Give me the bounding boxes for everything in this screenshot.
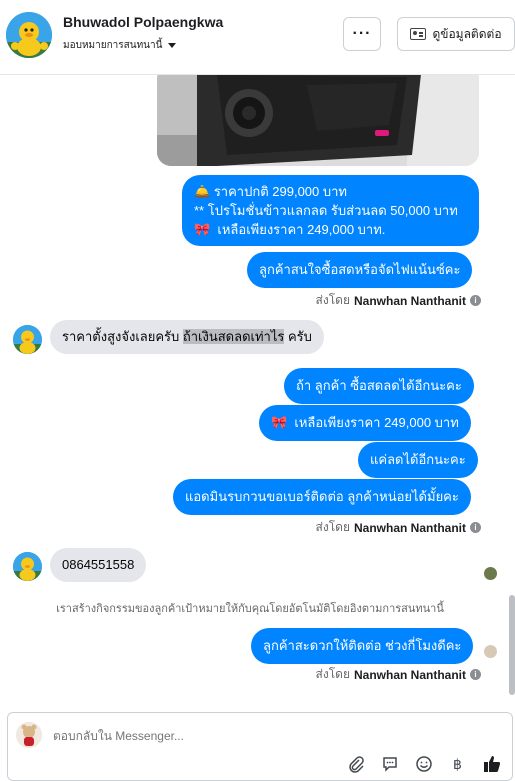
thumbs-up-icon[interactable] — [482, 754, 502, 774]
outgoing-message-more-discount[interactable]: แค่ลดได้อีกนะคะ — [358, 442, 478, 478]
duck-avatar-icon — [13, 552, 42, 581]
incoming-message-phone-number[interactable]: 0864551558 — [50, 548, 147, 582]
sent-by-prefix: ส่งโดย — [315, 520, 350, 534]
message-text: เหลือเพียงราคา 249,000 บาท — [294, 415, 459, 430]
sent-by-prefix: ส่งโดย — [315, 293, 350, 307]
highlighted-text: ถ้าเงินสดลดเท่าไร — [182, 329, 285, 344]
message-text: ราคาตั้งสูงจังเลยครับ — [62, 329, 183, 344]
outgoing-message-final-price[interactable]: 🎀 เหลือเพียงราคา 249,000 บาท — [259, 405, 471, 441]
message-thread[interactable]: 🛎️ ราคาปกติ 299,000 บาท ** โปรโมชั่นข้าว… — [0, 75, 515, 705]
bell-icon: 🛎️ — [194, 184, 211, 199]
attachment-icon[interactable] — [346, 754, 366, 774]
sent-by-label: ส่งโดย Nanwhan Nanthanit i — [316, 518, 481, 537]
outgoing-message-ask-phone[interactable]: แอดมินรบกวนขอเบอร์ติดต่อ ลูกค้าหน่อยได้ม… — [173, 479, 471, 515]
info-icon[interactable]: i — [470, 295, 481, 306]
car-door-image-icon — [157, 75, 479, 166]
view-contact-button[interactable]: ดูข้อมูลติดต่อ — [397, 17, 515, 51]
emoji-icon[interactable] — [414, 754, 434, 774]
car-door-photo[interactable] — [157, 75, 479, 166]
incoming-message-price-question[interactable]: ราคาตั้งสูงจังเลยครับ ถ้าเงินสดลดเท่าไร … — [50, 320, 324, 354]
duck-avatar-icon — [13, 325, 42, 354]
more-options-button[interactable]: ··· — [343, 17, 381, 51]
duck-avatar-icon — [6, 12, 52, 58]
page-avatar — [16, 722, 42, 748]
sent-by-agent[interactable]: Nanwhan Nanthanit — [354, 668, 466, 682]
price-line: 🛎️ ราคาปกติ 299,000 บาท — [194, 182, 467, 201]
info-icon[interactable]: i — [470, 669, 481, 680]
final-price-line: 🎀 เหลือเพียงราคา 249,000 บาท. — [194, 220, 467, 239]
customer-avatar[interactable] — [13, 325, 42, 354]
read-receipt-avatar — [484, 645, 497, 658]
composer-toolbar: ฿ — [346, 754, 502, 774]
outgoing-message-price[interactable]: 🛎️ ราคาปกติ 299,000 บาท ** โปรโมชั่นข้าว… — [182, 175, 479, 246]
baht-payment-icon[interactable]: ฿ — [448, 754, 468, 774]
message-text-end: ครับ — [284, 329, 312, 344]
contact-name[interactable]: Bhuwadol Polpaengkwa — [63, 14, 223, 30]
assign-conversation-dropdown[interactable]: มอบหมายการสนทนานี้ — [63, 38, 177, 53]
read-receipt-avatar — [484, 567, 497, 580]
reply-input[interactable] — [53, 729, 353, 743]
saved-replies-icon[interactable] — [380, 754, 400, 774]
bear-avatar-icon — [16, 722, 42, 748]
sent-by-label: ส่งโดย Nanwhan Nanthanit i — [316, 291, 481, 310]
contact-card-icon — [410, 28, 427, 40]
ribbon-icon: 🎀 — [194, 222, 211, 237]
sent-by-label: ส่งโดย Nanwhan Nanthanit i — [316, 665, 481, 684]
system-note: เราสร้างกิจกรรมของลูกค้าเป้าหมายให้กับคุ… — [56, 603, 444, 615]
assign-label: มอบหมายการสนทนานี้ — [63, 40, 163, 51]
outgoing-message-cash-discount[interactable]: ถ้า ลูกค้า ซื้อสดลดได้อีกนะคะ — [284, 368, 474, 404]
info-icon[interactable]: i — [470, 522, 481, 533]
customer-avatar[interactable] — [13, 552, 42, 581]
promo-line: ** โปรโมชั่นข้าวแลกลด รับส่วนลด 50,000 บ… — [194, 203, 458, 218]
ribbon-icon: 🎀 — [271, 415, 288, 430]
avatar[interactable] — [6, 12, 52, 58]
conversation-header: Bhuwadol Polpaengkwa มอบหมายการสนทนานี้ … — [0, 0, 515, 75]
scrollbar[interactable] — [509, 595, 515, 695]
sent-by-prefix: ส่งโดย — [315, 667, 350, 681]
svg-text:฿: ฿ — [453, 757, 462, 773]
price-regular-text: ราคาปกติ 299,000 บาท — [213, 184, 347, 199]
outgoing-message-ask-payment[interactable]: ลูกค้าสนใจซื้อสดหรือจัดไฟแน้นซ์คะ — [247, 252, 473, 288]
sent-by-agent[interactable]: Nanwhan Nanthanit — [354, 521, 466, 535]
caret-down-icon — [168, 43, 177, 48]
view-contact-label: ดูข้อมูลติดต่อ — [432, 26, 502, 41]
sent-by-agent[interactable]: Nanwhan Nanthanit — [354, 294, 466, 308]
final-price-text: เหลือเพียงราคา 249,000 บาท. — [217, 222, 386, 237]
outgoing-message-contact-time[interactable]: ลูกค้าสะดวกให้ติดต่อ ช่วงกี่โมงดีคะ — [251, 628, 474, 664]
reply-composer[interactable]: ฿ — [7, 712, 513, 781]
